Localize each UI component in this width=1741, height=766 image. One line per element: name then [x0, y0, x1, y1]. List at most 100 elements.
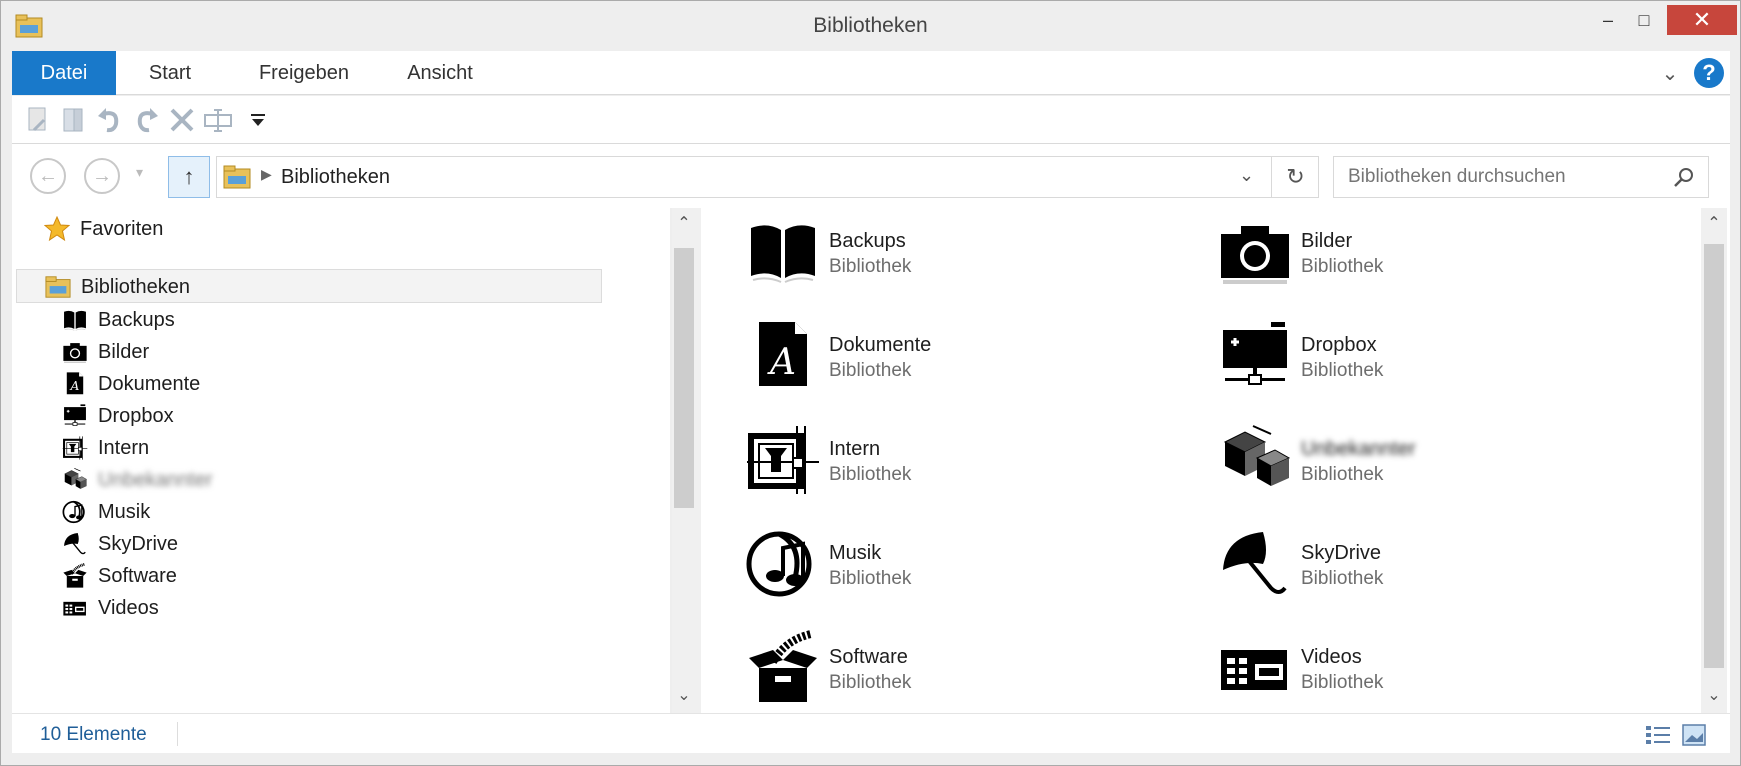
nav-favorites[interactable]: Favoriten	[12, 212, 662, 246]
library-name: Dokumente	[829, 334, 932, 356]
navigation-bar: ← → ▾ ↑ ▶ Bibliotheken ⌄ ↻	[12, 144, 1730, 208]
nav-libraries[interactable]: Bibliotheken	[16, 269, 602, 303]
video-icon	[1217, 630, 1293, 706]
tab-start[interactable]: Start	[130, 51, 210, 95]
library-tile[interactable]: Bilder Bibliothek	[1217, 214, 1657, 304]
customize-dropdown-icon[interactable]	[242, 104, 274, 136]
undo-icon[interactable]	[94, 104, 126, 136]
library-tile[interactable]: Musik Bibliothek	[745, 526, 1185, 616]
video-icon	[62, 595, 88, 621]
properties-icon[interactable]	[22, 104, 54, 136]
nav-item-intern[interactable]: Intern	[12, 431, 662, 465]
nav-scrollbar-track[interactable]: ⌃ ⌄	[672, 208, 696, 713]
address-dropdown-icon[interactable]: ⌄	[1239, 165, 1254, 186]
status-bar: 10 Elemente	[12, 713, 1730, 753]
close-button[interactable]: ✕	[1667, 5, 1737, 35]
back-button[interactable]: ←	[30, 158, 66, 194]
nav-item-skydrive[interactable]: SkyDrive	[12, 527, 662, 561]
rename-icon[interactable]	[202, 104, 234, 136]
nav-item-software[interactable]: Software	[12, 559, 662, 593]
nav-item-label: SkyDrive	[98, 533, 179, 555]
libraries-label: Bibliotheken	[81, 276, 190, 298]
nav-item-unbekannter[interactable]: Unbekannter	[12, 463, 662, 497]
library-type: Bibliothek	[1301, 672, 1384, 693]
content-scrollbar[interactable]: ⌃ ⌄	[1701, 208, 1727, 713]
scroll-up-icon[interactable]: ⌃	[674, 214, 694, 234]
svg-text:A: A	[70, 379, 80, 393]
nav-item-bilder[interactable]: Bilder	[12, 335, 662, 369]
maximize-button[interactable]: □	[1629, 5, 1659, 35]
scroll-down-icon[interactable]: ⌄	[674, 686, 694, 706]
library-type: Bibliothek	[829, 568, 912, 589]
minimize-button[interactable]: –	[1593, 5, 1623, 35]
library-type: Bibliothek	[1301, 568, 1384, 589]
search-input[interactable]	[1348, 166, 1648, 188]
help-icon[interactable]: ?	[1694, 58, 1724, 88]
breadcrumb[interactable]: Bibliotheken	[281, 166, 390, 189]
forward-button[interactable]: →	[84, 158, 120, 194]
libraries-folder-icon	[45, 276, 71, 298]
nav-item-musik[interactable]: Musik	[12, 495, 662, 529]
scroll-up-icon[interactable]: ⌃	[1704, 214, 1724, 234]
nav-item-backups[interactable]: Backups	[12, 303, 662, 337]
library-tile[interactable]: SkyDrive Bibliothek	[1217, 526, 1657, 616]
breadcrumb-separator-icon[interactable]: ▶	[261, 166, 272, 183]
library-name: Software	[829, 646, 908, 668]
dropbox-icon	[62, 403, 88, 429]
library-name: Videos	[1301, 646, 1362, 668]
title-bar: Bibliotheken – □ ✕	[1, 1, 1740, 51]
chevron-down-icon[interactable]: ⌄	[1658, 61, 1682, 86]
svg-text:A: A	[767, 342, 796, 383]
library-tile[interactable]: A Dokumente Bibliothek	[745, 318, 1185, 408]
large-icons-view-icon[interactable]	[1680, 722, 1708, 748]
library-tile[interactable]: Backups Bibliothek	[745, 214, 1185, 304]
library-name: SkyDrive	[1301, 542, 1382, 564]
scroll-down-icon[interactable]: ⌄	[1704, 686, 1724, 706]
tab-freigeben[interactable]: Freigeben	[234, 51, 374, 95]
redo-icon[interactable]	[130, 104, 162, 136]
address-bar[interactable]: ▶ Bibliotheken ⌄ ↻	[216, 156, 1319, 198]
software-box-icon	[745, 630, 821, 706]
library-tile[interactable]: Videos Bibliothek	[1217, 630, 1657, 720]
nav-item-videos[interactable]: Videos	[12, 591, 662, 625]
cubes-icon	[1217, 422, 1293, 498]
book-icon	[62, 307, 88, 333]
scrollbar-thumb[interactable]	[1704, 244, 1724, 668]
document-icon: A	[745, 318, 821, 394]
status-divider	[177, 722, 178, 746]
cubes-icon	[62, 467, 88, 493]
library-name: Musik	[829, 542, 882, 564]
up-button[interactable]: ↑	[168, 156, 210, 198]
library-tile[interactable]: Intern Bibliothek	[745, 422, 1185, 512]
nav-item-label: Bilder	[98, 341, 150, 363]
nav-item-label: Dropbox	[98, 405, 174, 427]
library-name: Intern	[829, 438, 881, 460]
tab-ansicht[interactable]: Ansicht	[388, 51, 492, 95]
nav-item-label: Musik	[98, 501, 151, 523]
library-type: Bibliothek	[829, 360, 912, 381]
library-type: Bibliothek	[1301, 464, 1384, 485]
intern-icon	[62, 435, 88, 461]
delete-icon[interactable]	[166, 104, 198, 136]
new-folder-icon[interactable]	[58, 104, 90, 136]
nav-item-label: Dokumente	[98, 373, 201, 395]
nav-item-dropbox[interactable]: Dropbox	[12, 399, 662, 433]
ribbon-tabs: Datei Start Freigeben Ansicht ⌄ ?	[12, 51, 1730, 95]
nav-item-dokumente[interactable]: A Dokumente	[12, 367, 662, 401]
refresh-button[interactable]: ↻	[1271, 157, 1319, 197]
document-icon: A	[62, 371, 88, 397]
camera-icon	[62, 339, 88, 365]
scrollbar-thumb[interactable]	[674, 248, 694, 508]
details-view-icon[interactable]	[1644, 722, 1672, 748]
library-tile[interactable]: Dropbox Bibliothek	[1217, 318, 1657, 408]
tab-datei[interactable]: Datei	[12, 51, 116, 95]
search-box[interactable]	[1333, 156, 1709, 198]
music-icon	[745, 526, 821, 602]
recent-locations-icon[interactable]: ▾	[136, 164, 143, 181]
library-tile[interactable]: Software Bibliothek	[745, 630, 1185, 720]
nav-item-label: Backups	[98, 309, 175, 331]
library-type: Bibliothek	[829, 256, 912, 277]
search-icon[interactable]	[1672, 165, 1696, 189]
library-tile[interactable]: Unbekannter Bibliothek	[1217, 422, 1657, 512]
library-name: Dropbox	[1301, 334, 1377, 356]
